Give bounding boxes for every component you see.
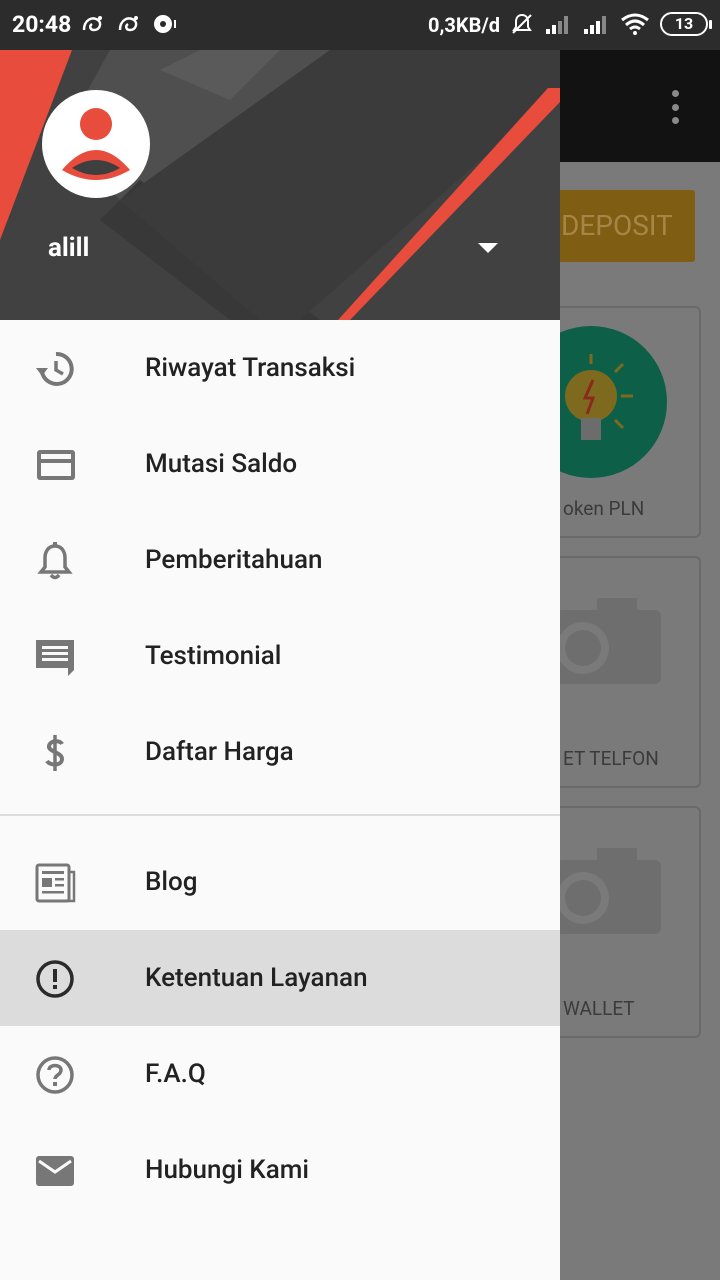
token-pln-card[interactable]: oken PLN (555, 306, 701, 538)
menu-label: Ketentuan Layanan (145, 963, 368, 993)
wifi-icon (621, 13, 649, 35)
pulsa-card[interactable]: ET TELFON (555, 556, 701, 788)
menu-item-ketentuan-layanan[interactable]: Ketentuan Layanan (0, 930, 560, 1026)
help-circle-icon (36, 1056, 74, 1094)
status-time: 20:48 (12, 11, 72, 38)
wallet-card[interactable]: WALLET (555, 806, 701, 1038)
drawer-header: alill (0, 50, 560, 320)
deposit-button[interactable]: DEPOSIT (555, 190, 695, 262)
bell-off-icon (512, 13, 532, 34)
background-app: DEPOSIT oken PLN ET TELFON WALLET (555, 50, 720, 1280)
battery-indicator: 13 (660, 12, 712, 36)
menu-label: Hubungi Kami (145, 1155, 309, 1185)
user-icon (62, 108, 130, 180)
menu-divider (0, 814, 560, 816)
history-icon (36, 351, 74, 386)
dollar-icon (45, 735, 65, 771)
signal-icon (546, 16, 568, 34)
menu-label: Testimonial (145, 641, 282, 671)
chat-icon (36, 640, 74, 676)
camera-icon (557, 848, 661, 934)
menu-item-riwayat-transaksi[interactable]: Riwayat Transaksi (0, 320, 560, 416)
lightbulb-icon (557, 326, 667, 478)
menu-label: Daftar Harga (145, 737, 294, 767)
uc-browser-icon (82, 16, 102, 32)
bell-icon (37, 542, 73, 580)
menu-label: Blog (145, 867, 198, 897)
status-bar: 20:48 0,3KB/d 13 (0, 0, 720, 50)
card-label: ET TELFON (563, 747, 659, 770)
camera-icon (557, 598, 661, 684)
alert-circle-icon (36, 960, 74, 998)
user-name: alill (48, 233, 90, 263)
menu-item-mutasi-saldo[interactable]: Mutasi Saldo (0, 416, 560, 512)
system-icons: 13 (510, 12, 712, 36)
notification-icons (80, 12, 178, 36)
uc-browser-icon (118, 16, 138, 32)
menu-item-daftar-harga[interactable]: Daftar Harga (0, 704, 560, 800)
newspaper-icon (35, 863, 76, 903)
menu-label: Mutasi Saldo (145, 449, 298, 479)
app-toolbar (560, 50, 720, 162)
account-dropdown-icon[interactable] (478, 243, 498, 253)
navigation-drawer: alill Riwayat Transaksi Mutasi Saldo Pem… (0, 50, 560, 1280)
menu-label: Pemberitahuan (145, 545, 323, 575)
card-label: WALLET (563, 997, 635, 1020)
network-rate: 0,3KB/d (428, 13, 501, 37)
avatar[interactable] (42, 90, 150, 198)
card-label: oken PLN (563, 497, 645, 520)
menu-item-hubungi-kami[interactable]: Hubungi Kami (0, 1122, 560, 1218)
menu-item-blog[interactable]: Blog (0, 834, 560, 930)
more-options-icon[interactable] (671, 90, 679, 124)
mail-icon (36, 1156, 74, 1186)
credit-card-icon (37, 450, 75, 480)
menu-item-pemberitahuan[interactable]: Pemberitahuan (0, 512, 560, 608)
drawer-menu: Riwayat Transaksi Mutasi Saldo Pemberita… (0, 320, 560, 1218)
menu-label: Riwayat Transaksi (145, 353, 356, 383)
signal-icon (584, 16, 606, 34)
media-icon (154, 15, 176, 33)
menu-item-faq[interactable]: F.A.Q (0, 1026, 560, 1122)
menu-label: F.A.Q (145, 1059, 206, 1089)
menu-item-testimonial[interactable]: Testimonial (0, 608, 560, 704)
